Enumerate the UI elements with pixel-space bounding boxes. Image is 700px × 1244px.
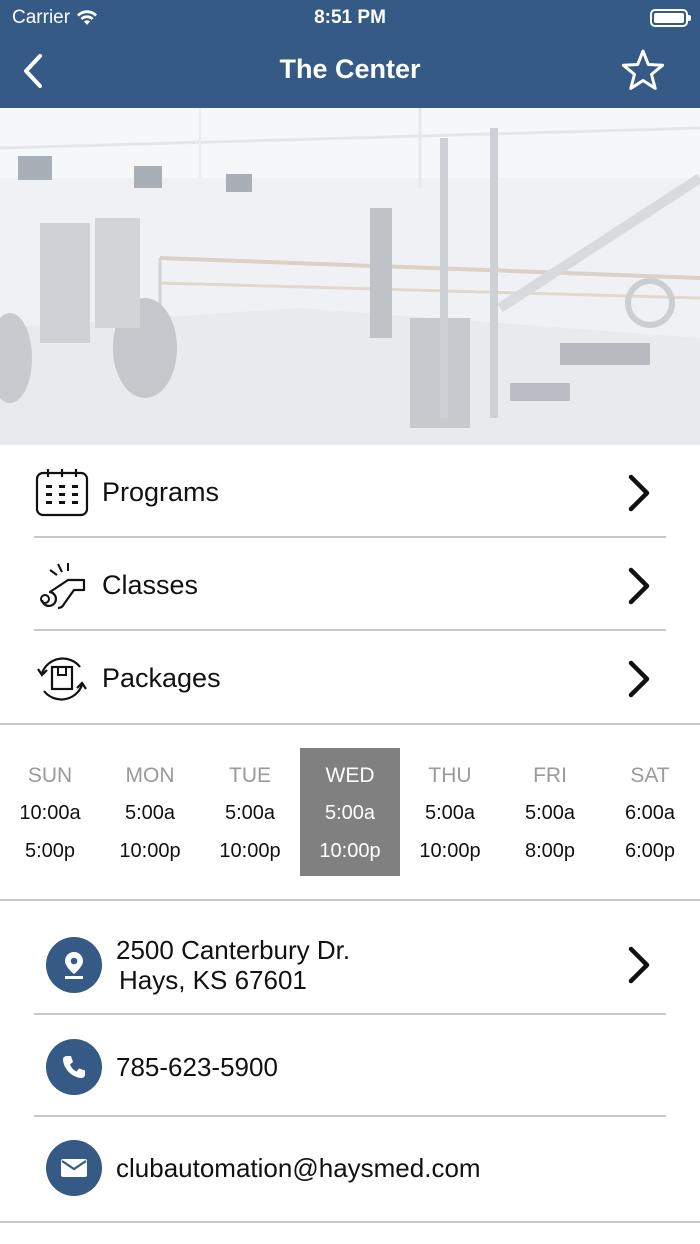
location-pin-icon bbox=[46, 937, 102, 993]
email-icon bbox=[46, 1140, 102, 1196]
open-time: 5:00a bbox=[424, 802, 476, 824]
open-time: 5:00a bbox=[224, 802, 276, 824]
day-column-wed-selected[interactable]: WED 5:00a 10:00p bbox=[300, 748, 400, 876]
close-time: 10:00p bbox=[419, 840, 481, 862]
divider bbox=[34, 1115, 666, 1117]
whistle-icon bbox=[40, 562, 86, 609]
day-name: FRI bbox=[533, 764, 567, 787]
day-name: SUN bbox=[27, 764, 73, 787]
nav-header: Carrier 8:51 PM The Center bbox=[0, 0, 700, 108]
status-bar: Carrier 8:51 PM bbox=[0, 0, 700, 36]
close-time: 10:00p bbox=[219, 840, 281, 862]
day-column-mon[interactable]: MON 5:00a 10:00p bbox=[100, 748, 200, 876]
address-line-1: 2500 Canterbury Dr. bbox=[116, 935, 351, 965]
package-cycle-icon bbox=[37, 656, 87, 701]
hours-schedule: SUN 10:00a 5:00p MON 5:00a 10:00p TUE 5:… bbox=[0, 748, 700, 876]
section-divider bbox=[0, 899, 700, 901]
day-column-tue[interactable]: TUE 5:00a 10:00p bbox=[200, 748, 300, 876]
open-time: 6:00a bbox=[624, 802, 676, 824]
close-time: 10:00p bbox=[319, 840, 381, 862]
section-divider bbox=[0, 723, 700, 725]
battery-icon bbox=[650, 9, 691, 27]
menu-item-label: Classes bbox=[102, 570, 199, 600]
day-column-thu[interactable]: THU 5:00a 10:00p bbox=[400, 748, 500, 876]
close-time: 10:00p bbox=[119, 840, 181, 862]
menu-item-packages[interactable]: Packages bbox=[34, 632, 666, 725]
open-time: 5:00a bbox=[524, 802, 576, 824]
page-title: The Center bbox=[279, 54, 421, 84]
menu-item-label: Packages bbox=[102, 663, 221, 693]
day-name: TUE bbox=[229, 764, 271, 787]
day-name: THU bbox=[428, 764, 472, 787]
close-time: 6:00p bbox=[624, 840, 676, 862]
email-address: clubautomation@haysmed.com bbox=[116, 1153, 481, 1183]
email-row[interactable]: clubautomation@haysmed.com bbox=[46, 1139, 666, 1197]
divider bbox=[34, 1013, 666, 1015]
menu-item-label: Programs bbox=[102, 477, 220, 507]
chevron-right-icon bbox=[628, 567, 650, 604]
status-time: 8:51 PM bbox=[314, 7, 386, 28]
day-name: SAT bbox=[630, 764, 670, 787]
chevron-right-icon bbox=[628, 946, 650, 984]
address-row[interactable]: 2500 Canterbury Dr. Hays, KS 67601 bbox=[46, 918, 666, 1012]
chevron-right-icon bbox=[628, 474, 650, 511]
address-block: 2500 Canterbury Dr. Hays, KS 67601 bbox=[116, 935, 622, 995]
calendar-icon bbox=[35, 468, 89, 516]
menu-item-classes[interactable]: Classes bbox=[34, 539, 666, 632]
facility-photo bbox=[0, 108, 700, 445]
chevron-right-icon bbox=[628, 660, 650, 697]
day-column-fri[interactable]: FRI 5:00a 8:00p bbox=[500, 748, 600, 876]
phone-row[interactable]: 785-623-5900 bbox=[46, 1038, 666, 1096]
address-line-2: Hays, KS 67601 bbox=[119, 965, 307, 995]
day-column-sun[interactable]: SUN 10:00a 5:00p bbox=[0, 748, 100, 876]
open-time: 5:00a bbox=[124, 802, 176, 824]
open-time: 10:00a bbox=[19, 802, 81, 824]
phone-number: 785-623-5900 bbox=[116, 1052, 278, 1082]
open-time: 5:00a bbox=[324, 802, 376, 824]
favorite-star-button[interactable] bbox=[620, 48, 666, 94]
day-column-sat[interactable]: SAT 6:00a 6:00p bbox=[600, 748, 700, 876]
phone-icon bbox=[46, 1039, 102, 1095]
day-name: WED bbox=[325, 764, 375, 787]
section-divider bbox=[0, 1221, 700, 1223]
menu-item-programs[interactable]: Programs bbox=[34, 446, 666, 539]
day-name: MON bbox=[125, 764, 175, 787]
divider bbox=[34, 536, 666, 538]
close-time: 8:00p bbox=[524, 840, 576, 862]
close-time: 5:00p bbox=[24, 840, 76, 862]
divider bbox=[34, 629, 666, 631]
